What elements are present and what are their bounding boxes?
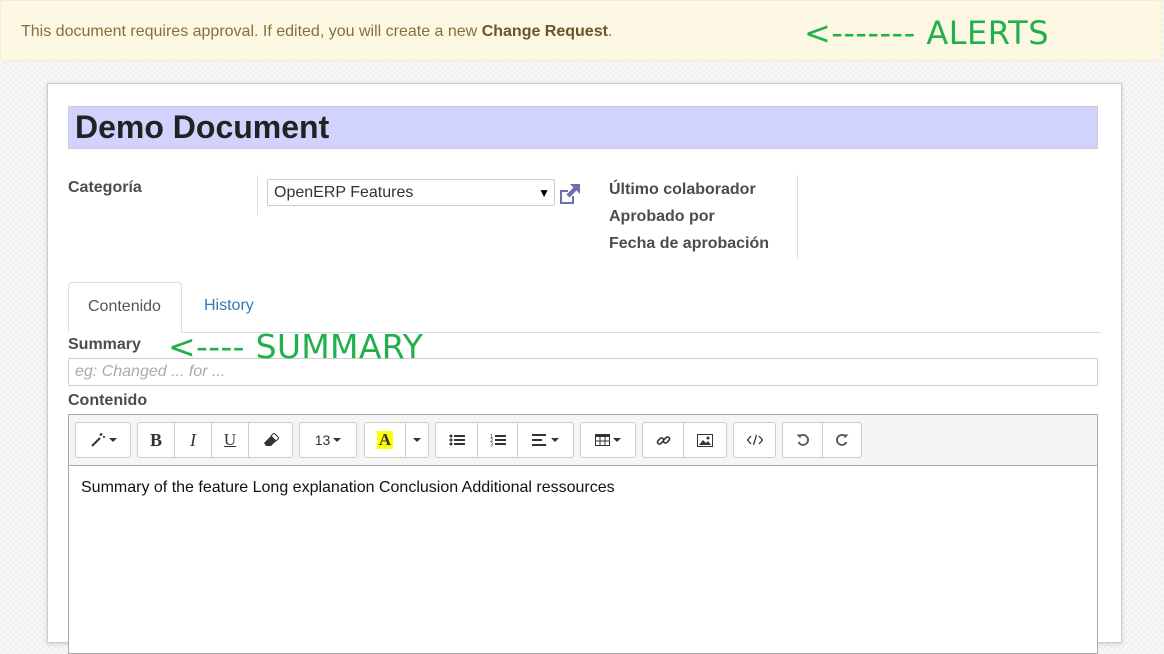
category-select[interactable]: OpenERP Features ▼ — [267, 179, 555, 206]
tab-contenido[interactable]: Contenido — [68, 282, 182, 333]
underline-button[interactable]: U — [211, 422, 249, 458]
external-link-icon[interactable] — [557, 181, 583, 207]
font-size-value: 13 — [314, 432, 331, 448]
eraser-icon — [263, 433, 279, 446]
chevron-down-icon — [551, 438, 559, 442]
undo-button[interactable] — [782, 422, 823, 458]
picture-icon — [697, 433, 713, 447]
title-field[interactable]: Demo Document — [68, 106, 1098, 149]
bold-button[interactable]: B — [137, 422, 175, 458]
code-view-button[interactable] — [733, 422, 776, 458]
clear-format-button[interactable] — [248, 422, 293, 458]
divider — [797, 175, 798, 258]
editor-toolbar: B I U 13 A 1 2 3 — [69, 415, 1097, 466]
tab-label: Contenido — [88, 298, 161, 315]
italic-button[interactable]: I — [174, 422, 212, 458]
last-contributor-label: Último colaborador — [609, 181, 756, 198]
code-view-icon — [746, 434, 763, 446]
chevron-down-icon — [413, 438, 421, 442]
style-button[interactable] — [75, 422, 131, 458]
approved-by-label: Aprobado por — [609, 208, 715, 225]
tab-history[interactable]: History — [204, 297, 254, 315]
approval-date-label: Fecha de aprobación — [609, 235, 770, 252]
color-letter-icon: A — [376, 430, 394, 449]
change-request-text: Change Request — [481, 23, 608, 40]
alert-text-prefix: This document requires approval. If edit… — [21, 23, 482, 40]
color-dropdown-button[interactable] — [405, 422, 429, 458]
summary-annotation: <---- SUMMARY — [168, 327, 424, 366]
text-color-button[interactable]: A — [364, 422, 406, 458]
unordered-list-icon — [449, 434, 465, 446]
paragraph-align-button[interactable] — [517, 422, 574, 458]
table-button[interactable] — [580, 422, 636, 458]
magic-wand-icon — [90, 433, 105, 447]
chevron-down-icon: ▼ — [538, 186, 550, 200]
svg-text:3: 3 — [490, 443, 493, 448]
alert-text-suffix: . — [607, 23, 613, 40]
editor-body-text[interactable]: Summary of the feature Long explanation … — [81, 479, 615, 497]
undo-icon — [796, 434, 809, 446]
chevron-down-icon — [108, 438, 117, 442]
redo-icon — [836, 434, 849, 446]
category-value: OpenERP Features — [274, 184, 414, 201]
link-icon — [656, 435, 670, 445]
link-button[interactable] — [642, 422, 684, 458]
rich-text-editor[interactable]: B I U 13 A 1 2 3 Summary of the feature … — [68, 414, 1098, 654]
alerts-annotation: <------- ALERTS — [804, 14, 1050, 52]
table-icon — [595, 434, 610, 446]
align-icon — [532, 434, 546, 446]
unordered-list-button[interactable] — [435, 422, 478, 458]
divider — [257, 175, 258, 215]
chevron-down-icon — [613, 438, 621, 442]
document-title: Demo Document — [75, 109, 330, 145]
image-button[interactable] — [683, 422, 727, 458]
ordered-list-icon: 1 2 3 — [490, 434, 506, 448]
alert-text: This document requires approval. If edit… — [21, 23, 612, 41]
redo-button[interactable] — [822, 422, 862, 458]
font-size-button[interactable]: 13 — [299, 422, 357, 458]
summary-label: Summary — [68, 336, 141, 353]
content-label: Contenido — [68, 392, 148, 409]
chevron-down-icon — [333, 438, 342, 442]
ordered-list-button[interactable]: 1 2 3 — [477, 422, 518, 458]
category-label: Categoría — [68, 179, 142, 196]
